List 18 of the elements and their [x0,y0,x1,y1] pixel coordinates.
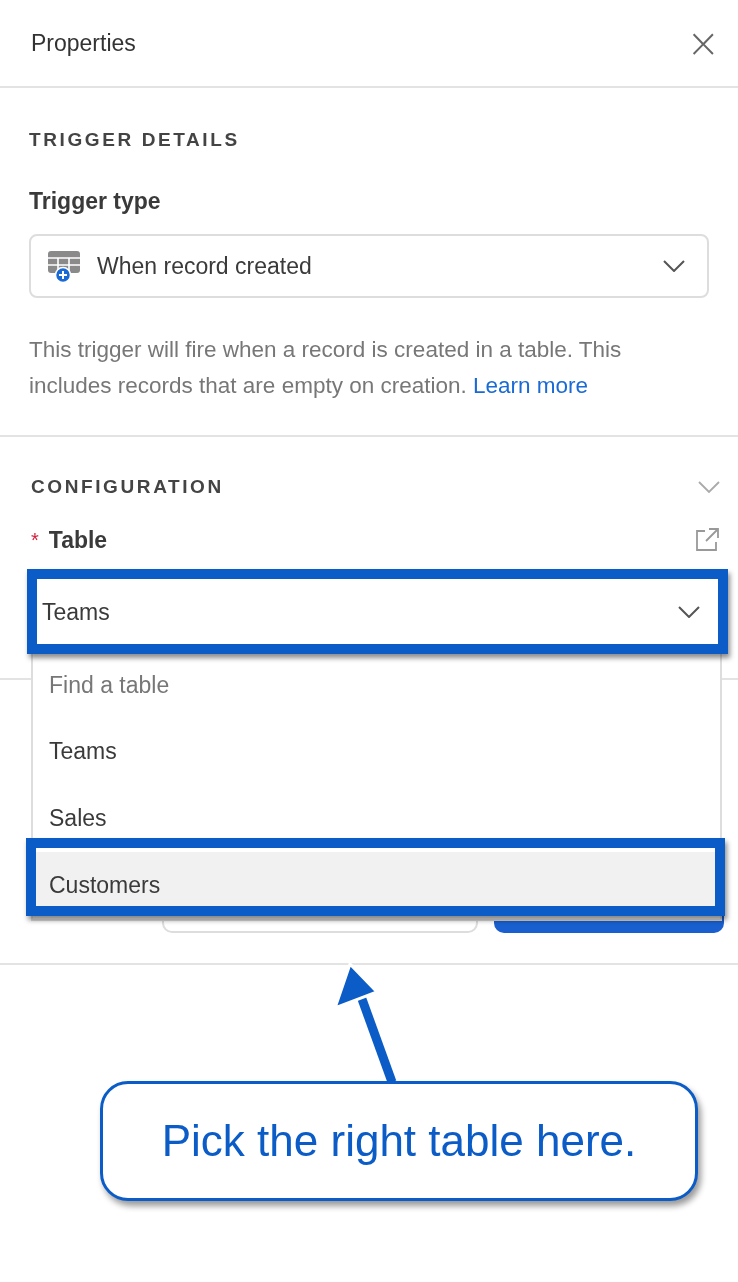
field-label: Trigger type [29,187,162,216]
chevron-down-icon [663,260,685,272]
trigger-description: This trigger will fire when a record is created in a table. This includes records that are empty on creation. Learn more [29,336,623,400]
chevron-down-icon[interactable] [698,481,720,493]
dropdown-option[interactable]: Sales [33,785,720,852]
dropdown-option[interactable]: Teams [33,718,720,785]
section-heading: TRIGGER DETAILS [29,128,241,152]
section-heading: CONFIGURATION [31,475,224,499]
learn-more-link[interactable]: Learn more [473,372,589,398]
panel-title: Properties [31,29,136,57]
close-button[interactable]: × [686,23,720,63]
callout-bubble: Pick the right table here. [100,1081,698,1201]
external-link-icon[interactable] [694,527,720,553]
chevron-down-icon [678,606,700,618]
field-label: Table [48,526,108,555]
table-add-icon [47,249,81,283]
required-mark: * [31,528,39,552]
trigger-type-select[interactable]: When record created [29,234,709,298]
